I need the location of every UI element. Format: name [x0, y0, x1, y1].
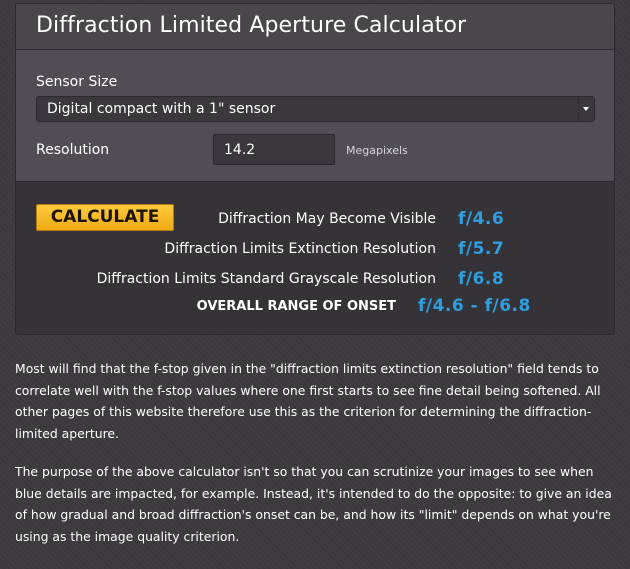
inputs-section: Sensor Size Digital compact with a 1" se… — [16, 50, 614, 182]
sensor-size-selected-value: Digital compact with a 1" sensor — [47, 101, 276, 117]
calculate-button[interactable]: CALCULATE — [36, 204, 174, 231]
result-label-extinction: Diffraction Limits Extinction Resolution — [164, 241, 436, 257]
result-label-grayscale: Diffraction Limits Standard Grayscale Re… — [96, 271, 436, 287]
sensor-size-label: Sensor Size — [36, 74, 118, 90]
panel-header: Diffraction Limited Aperture Calculator — [16, 4, 614, 50]
sensor-size-select[interactable]: Digital compact with a 1" sensor — [36, 96, 595, 122]
chevron-down-icon[interactable] — [578, 97, 594, 121]
resolution-unit: Megapixels — [346, 144, 408, 157]
resolution-label: Resolution — [36, 142, 110, 158]
resolution-input[interactable] — [213, 134, 335, 165]
result-value-visible: f/4.6 — [458, 209, 505, 229]
result-value-grayscale: f/6.8 — [458, 269, 505, 289]
calculator-panel: Diffraction Limited Aperture Calculator … — [15, 3, 615, 335]
result-value-extinction: f/5.7 — [458, 239, 505, 259]
explanation-paragraph-1: Most will find that the f-stop given in … — [15, 361, 601, 442]
overall-range-label: OVERALL RANGE OF ONSET — [196, 299, 396, 314]
overall-range-value: f/4.6 - f/6.8 — [418, 296, 531, 316]
results-section: CALCULATE Diffraction May Become Visible… — [16, 182, 614, 334]
panel-title: Diffraction Limited Aperture Calculator — [36, 13, 467, 38]
result-label-visible: Diffraction May Become Visible — [218, 211, 436, 227]
explanation-paragraph-2: The purpose of the above calculator isn'… — [15, 464, 612, 545]
